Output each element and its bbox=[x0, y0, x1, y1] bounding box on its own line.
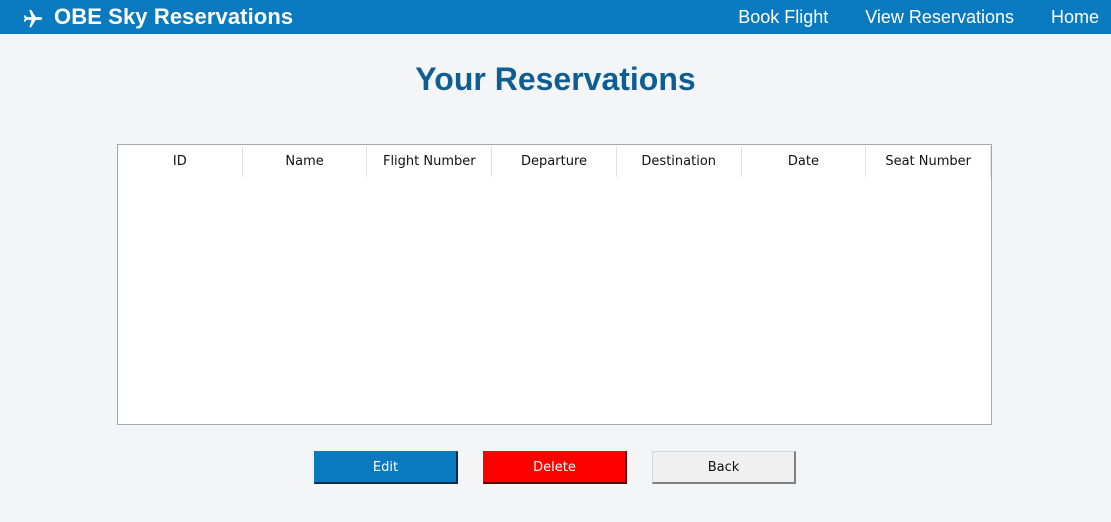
top-navbar: OBE Sky Reservations Book Flight View Re… bbox=[0, 0, 1111, 34]
table-header-row: ID Name Flight Number Departure Destinat… bbox=[118, 146, 992, 177]
brand[interactable]: OBE Sky Reservations bbox=[22, 0, 293, 34]
edit-button[interactable]: Edit bbox=[314, 451, 458, 484]
nav-link-home[interactable]: Home bbox=[1051, 7, 1099, 28]
column-header-seat-number[interactable]: Seat Number bbox=[866, 146, 992, 177]
nav-links: Book Flight View Reservations Home bbox=[701, 0, 1099, 34]
back-button[interactable]: Back bbox=[652, 451, 796, 484]
page-title: Your Reservations bbox=[415, 61, 696, 97]
table-body[interactable] bbox=[118, 177, 991, 423]
column-header-destination[interactable]: Destination bbox=[617, 146, 742, 177]
column-header-date[interactable]: Date bbox=[742, 146, 867, 177]
column-header-id[interactable]: ID bbox=[118, 146, 243, 177]
brand-title: OBE Sky Reservations bbox=[54, 4, 294, 29]
reservations-table[interactable]: ID Name Flight Number Departure Destinat… bbox=[117, 144, 992, 425]
nav-link-view-reservations[interactable]: View Reservations bbox=[865, 7, 1014, 28]
column-header-name[interactable]: Name bbox=[243, 146, 368, 177]
airplane-icon bbox=[22, 6, 44, 28]
nav-link-book-flight[interactable]: Book Flight bbox=[738, 7, 828, 28]
column-header-flight-number[interactable]: Flight Number bbox=[367, 146, 493, 177]
delete-button[interactable]: Delete bbox=[483, 451, 627, 484]
column-header-departure[interactable]: Departure bbox=[492, 146, 617, 177]
